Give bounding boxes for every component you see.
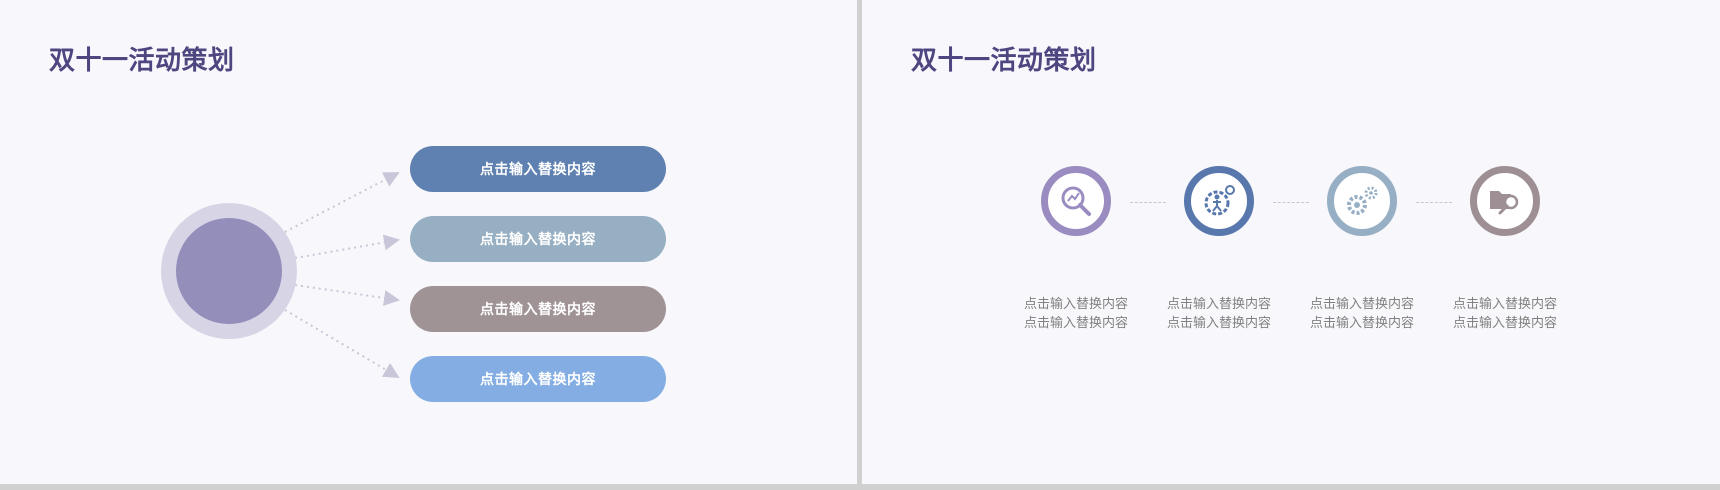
caption-line: 点击输入替换内容 [1309,297,1414,312]
arrow-2 [294,234,400,259]
content-pill-2[interactable]: 点击输入替换内容 [410,216,666,262]
slide-right: 双十一活动策划 点击输入替换内容 点击输入替换内容 点击输入替换内容 点击输入替… [862,0,1720,484]
person-gear-icon [1204,185,1235,216]
slide-left: 双十一活动策划 点击输入替换内容 点击输入替换内容 点击输入替换内容 点击输入替… [0,0,857,484]
content-pill-4[interactable]: 点击输入替换内容 [410,356,666,402]
step-connector [1130,202,1166,203]
caption-line: 点击输入替换内容 [1452,297,1557,312]
step-4-caption: 点击输入替换内容 点击输入替换内容 [1440,295,1570,333]
caption-line: 点击输入替换内容 [1166,297,1271,312]
arrow-3 [294,284,400,306]
step-1-icon-ring [1041,166,1111,236]
slide-title: 双十一活动策划 [911,46,1097,76]
step-3-icon-ring [1327,166,1397,236]
step-3-caption: 点击输入替换内容 点击输入替换内容 [1297,295,1427,333]
arrow-1 [284,172,400,233]
content-pill-1[interactable]: 点击输入替换内容 [410,146,666,192]
hub-inner-circle [176,218,282,324]
caption-line: 点击输入替换内容 [1023,297,1128,312]
step-connector [1273,202,1309,203]
step-4-icon-ring [1470,166,1540,236]
caption-line: 点击输入替换内容 [1452,316,1557,331]
arrow-4 [284,309,400,379]
step-connector [1416,202,1452,203]
step-1-caption: 点击输入替换内容 点击输入替换内容 [1011,295,1141,333]
content-pill-3[interactable]: 点击输入替换内容 [410,286,666,332]
caption-line: 点击输入替换内容 [1023,316,1128,331]
step-2-icon-ring [1184,166,1254,236]
caption-line: 点击输入替换内容 [1166,316,1271,331]
folder-search-icon [1490,191,1519,215]
caption-line: 点击输入替换内容 [1309,316,1414,331]
step-2-caption: 点击输入替换内容 点击输入替换内容 [1154,295,1284,333]
magnifier-chart-icon [1061,186,1091,216]
gears-icon [1347,186,1378,215]
